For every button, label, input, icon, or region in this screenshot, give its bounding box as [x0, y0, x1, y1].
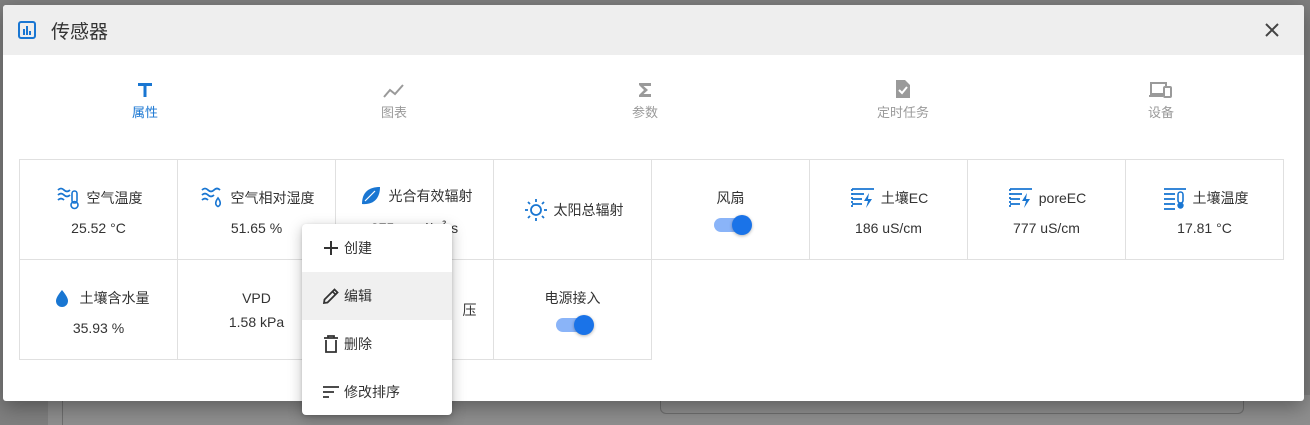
sensor-value: 25.52 °C	[71, 219, 126, 236]
sensor-dialog: 传感器 属性 图表 参数 定时任务 设备 空气温度 25.52 °C 空气相对湿…	[3, 5, 1304, 401]
sensor-name: 土壤含水量	[79, 289, 150, 306]
menu-item-create[interactable]: 创建	[302, 224, 452, 272]
sensor-card-air-temperature[interactable]: 空气温度 25.52 °C	[19, 159, 178, 260]
sort-icon	[320, 381, 342, 403]
tab-parameters[interactable]: 参数	[585, 73, 705, 133]
tab-label: 图表	[380, 105, 407, 120]
chart-line-icon	[334, 73, 454, 99]
tab-chart[interactable]: 图表	[334, 73, 454, 133]
sensor-name: 土壤EC	[880, 189, 929, 206]
toggle-knob	[573, 314, 594, 335]
sensor-card-soil-ec[interactable]: 土壤EC 186 uS/cm	[809, 159, 968, 260]
sensor-card-soil-temperature[interactable]: 土壤温度 17.81 °C	[1125, 159, 1284, 260]
sensor-value: 17.81 °C	[1177, 219, 1232, 236]
tab-label: 定时任务	[876, 105, 929, 120]
plus-icon	[320, 237, 342, 259]
sensor-name: 空气相对湿度	[230, 189, 315, 206]
sun-icon	[522, 196, 550, 224]
trash-icon	[320, 333, 342, 355]
soil-ec-icon	[849, 184, 877, 212]
leaf-icon	[357, 182, 385, 210]
context-menu: 创建 编辑 删除 修改排序	[302, 224, 452, 415]
tab-scheduled-tasks[interactable]: 定时任务	[843, 73, 963, 133]
menu-item-edit[interactable]: 编辑	[302, 272, 452, 320]
fan-toggle[interactable]	[713, 214, 752, 235]
menu-item-delete[interactable]: 删除	[302, 320, 452, 368]
devices-icon	[1101, 73, 1221, 99]
close-button[interactable]	[1260, 18, 1284, 42]
sensor-card-fan[interactable]: 风扇	[651, 159, 810, 260]
tab-label: 属性	[131, 105, 158, 120]
sensor-name: 土壤温度	[1192, 189, 1249, 206]
sensor-card-pore-ec[interactable]: poreEC 777 uS/cm	[967, 159, 1126, 260]
menu-item-sort[interactable]: 修改排序	[302, 368, 452, 416]
menu-item-label: 修改排序	[344, 384, 400, 400]
text-icon	[85, 73, 205, 99]
close-icon	[1265, 23, 1279, 37]
sigma-icon	[585, 73, 705, 99]
soil-temperature-icon	[1161, 184, 1189, 212]
file-check-icon	[843, 73, 963, 99]
menu-item-label: 编辑	[344, 288, 372, 304]
tab-bar: 属性 图表 参数 定时任务 设备	[3, 55, 1304, 177]
pencil-icon	[320, 285, 342, 307]
sensor-value: 51.65 %	[230, 219, 283, 236]
sensor-name: 风扇	[716, 189, 745, 206]
sensor-name: 电源接入	[544, 289, 601, 306]
sensor-name: VPD	[242, 289, 271, 306]
dialog-header: 传感器	[3, 5, 1304, 55]
menu-item-label: 创建	[344, 240, 372, 256]
tab-devices[interactable]: 设备	[1101, 73, 1221, 133]
air-humidity-icon	[199, 184, 227, 212]
dialog-title: 传感器	[51, 21, 109, 43]
tab-properties[interactable]: 属性	[85, 73, 205, 133]
air-temperature-icon	[55, 184, 83, 212]
sensor-value: 186 uS/cm	[855, 219, 922, 236]
sensor-name: 太阳总辐射	[553, 201, 624, 218]
tab-label: 参数	[631, 105, 658, 120]
background-divider	[62, 400, 63, 425]
sensor-value: 1.58 kPa	[228, 313, 285, 330]
chart-box-icon	[17, 20, 37, 40]
sensor-name: 光合有效辐射	[388, 187, 473, 204]
sensor-name: poreEC	[1038, 189, 1087, 206]
menu-item-label: 删除	[344, 336, 372, 352]
power-toggle[interactable]	[555, 314, 594, 335]
tab-label: 设备	[1147, 105, 1174, 120]
pore-ec-icon	[1007, 184, 1035, 212]
sensor-name: 压	[462, 301, 477, 318]
sensor-value: 35.93 %	[72, 319, 125, 336]
sensor-name: 空气温度	[86, 189, 143, 206]
sensor-value: 777 uS/cm	[1013, 219, 1080, 236]
water-drop-icon	[48, 284, 76, 312]
sensor-card-power[interactable]: 电源接入	[493, 259, 652, 360]
toggle-knob	[731, 214, 752, 235]
sensor-card-soil-moisture[interactable]: 土壤含水量 35.93 %	[19, 259, 178, 360]
sensor-card-solar-radiation[interactable]: 太阳总辐射	[493, 159, 652, 260]
